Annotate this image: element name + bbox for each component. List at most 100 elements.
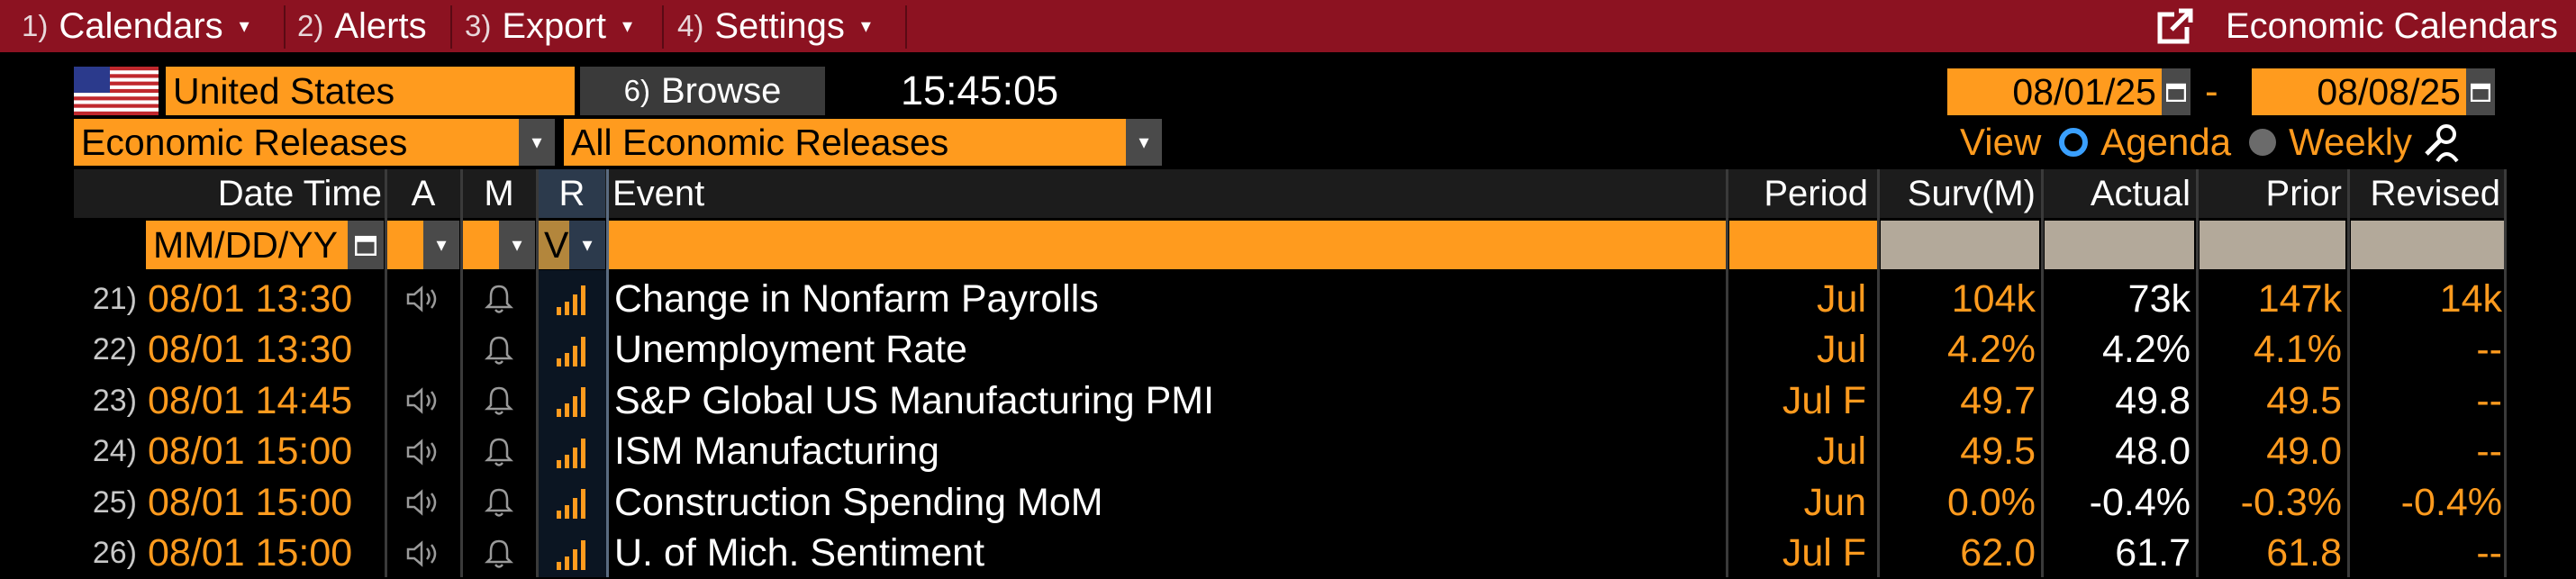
table-row[interactable]: 22) 08/01 13:30 Unemployment Rate Jul 4.… (74, 325, 2504, 375)
people-search-icon[interactable] (2421, 122, 2463, 163)
speaker-icon (406, 539, 437, 567)
table-row[interactable]: 25) 08/01 15:00 Construction Spending Mo… (74, 477, 2504, 528)
view-agenda-option[interactable]: Agenda (2100, 121, 2231, 164)
menu-number: 1) (22, 9, 49, 42)
column-header-r[interactable]: R (539, 169, 605, 218)
a-cell[interactable] (387, 529, 459, 579)
date-to-field[interactable]: 08/08/25 (2252, 68, 2466, 115)
table-row[interactable]: 24) 08/01 15:00 ISM Manufacturing Jul 49 (74, 427, 2504, 477)
column-header-revised[interactable]: Revised (2351, 169, 2504, 218)
row-revised: -- (2476, 430, 2502, 473)
row-event[interactable]: S&P Global US Manufacturing PMI (614, 375, 1722, 426)
m-cell[interactable] (463, 529, 535, 579)
column-header-prior[interactable]: Prior (2200, 169, 2345, 218)
m-cell[interactable] (463, 427, 535, 477)
a-filter-input[interactable] (387, 221, 423, 269)
r-filter-input[interactable]: V (539, 221, 569, 269)
row-actual: 4.2% (2101, 328, 2191, 371)
column-header-m[interactable]: M (463, 169, 535, 218)
relevance-cell (539, 375, 606, 426)
period-filter-input[interactable] (1729, 221, 1877, 269)
prior-filter-input[interactable] (2200, 221, 2345, 269)
chevron-down-icon: ▾ (239, 14, 249, 37)
chevron-down-icon[interactable]: ▾ (499, 221, 535, 269)
bell-icon (485, 336, 513, 365)
actual-filter-input[interactable] (2045, 221, 2194, 269)
release-filter-select[interactable]: All Economic Releases (564, 119, 1126, 166)
bell-icon (485, 488, 513, 517)
a-cell[interactable] (387, 427, 459, 477)
row-event[interactable]: Change in Nonfarm Payrolls (614, 274, 1722, 324)
chevron-down-icon[interactable]: ▾ (519, 119, 555, 166)
date-filter-placeholder: MM/DD/YY (153, 223, 338, 266)
m-cell[interactable] (463, 477, 535, 528)
column-header-surv[interactable]: Surv(M) (1877, 169, 2039, 218)
menu-calendars[interactable]: 1) Calendars ▾ (22, 0, 249, 52)
a-cell[interactable] (387, 325, 459, 375)
revised-filter-input[interactable] (2351, 221, 2504, 269)
radio-unselected-icon[interactable] (2249, 129, 2277, 156)
browse-button[interactable]: 6) Browse (580, 67, 825, 115)
chevron-down-icon[interactable]: ▾ (423, 221, 459, 269)
row-actual: -0.4% (2089, 480, 2191, 524)
row-event[interactable]: ISM Manufacturing (614, 427, 1722, 477)
row-event[interactable]: U. of Mich. Sentiment (614, 529, 1722, 579)
column-header-event[interactable]: Event (612, 169, 1726, 218)
menu-label: Settings (714, 5, 845, 46)
m-cell[interactable] (463, 274, 535, 324)
m-cell[interactable] (463, 325, 535, 375)
radio-selected-icon[interactable] (2059, 128, 2089, 157)
calendar-icon[interactable] (2162, 68, 2191, 115)
menu-settings[interactable]: 4) Settings ▾ (677, 0, 871, 52)
row-revised: -- (2476, 328, 2502, 371)
table-row[interactable]: 23) 08/01 14:45 S&P Global US Manufactur… (74, 375, 2504, 426)
m-cell[interactable] (463, 375, 535, 426)
release-type-select[interactable]: Economic Releases (74, 119, 519, 166)
chevron-down-icon[interactable]: ▾ (1126, 119, 1162, 166)
relevance-cell (539, 325, 606, 375)
row-surv: 4.2% (1946, 328, 2036, 371)
view-label: View (1960, 121, 2042, 163)
calendar-icon[interactable] (348, 221, 384, 269)
menu-label: Calendars (59, 5, 223, 46)
row-datetime: 08/01 15:00 (148, 531, 353, 574)
menu-export[interactable]: 3) Export ▾ (465, 0, 632, 52)
row-actual: 61.7 (2115, 531, 2191, 574)
row-period: Jul (1817, 328, 1866, 371)
column-header-datetime[interactable]: Date Time (74, 169, 384, 218)
a-cell[interactable] (387, 477, 459, 528)
row-number: 21) (92, 281, 137, 316)
window-title[interactable]: Economic Calendars (2157, 0, 2558, 52)
row-period: Jul F (1782, 531, 1866, 574)
row-prior: -0.3% (2240, 480, 2342, 524)
menu-divider (450, 5, 452, 49)
a-cell[interactable] (387, 274, 459, 324)
surv-filter-input[interactable] (1881, 221, 2039, 269)
view-weekly-option[interactable]: Weekly (2289, 121, 2412, 164)
row-period: Jun (1803, 480, 1866, 524)
date-filter-input[interactable]: MM/DD/YY (146, 221, 348, 269)
menu-alerts[interactable]: 2) Alerts (297, 0, 427, 52)
speaker-icon (406, 387, 437, 414)
column-divider (2504, 169, 2507, 577)
chevron-down-icon[interactable]: ▾ (569, 221, 605, 269)
column-header-actual[interactable]: Actual (2045, 169, 2194, 218)
a-cell[interactable] (387, 375, 459, 426)
column-header-a[interactable]: A (387, 169, 459, 218)
country-field[interactable]: United States (166, 67, 575, 115)
m-filter-input[interactable] (463, 221, 499, 269)
row-period: Jul (1817, 276, 1866, 321)
row-number: 22) (92, 332, 137, 366)
filter-spacer (74, 221, 146, 269)
row-event[interactable]: Construction Spending MoM (614, 477, 1722, 528)
calendar-icon[interactable] (2466, 68, 2495, 115)
row-event[interactable]: Unemployment Rate (614, 325, 1722, 375)
row-datetime: 08/01 14:45 (148, 378, 353, 422)
relevance-cell (539, 529, 606, 579)
event-filter-input[interactable] (609, 221, 1726, 269)
speaker-icon (406, 285, 437, 312)
table-row[interactable]: 21) 08/01 13:30 Change in Nonfarm Payrol… (74, 274, 2504, 324)
date-from-field[interactable]: 08/01/25 (1947, 68, 2162, 115)
table-row[interactable]: 26) 08/01 15:00 U. of Mich. Sentiment Ju… (74, 529, 2504, 579)
column-header-period[interactable]: Period (1726, 169, 1872, 218)
